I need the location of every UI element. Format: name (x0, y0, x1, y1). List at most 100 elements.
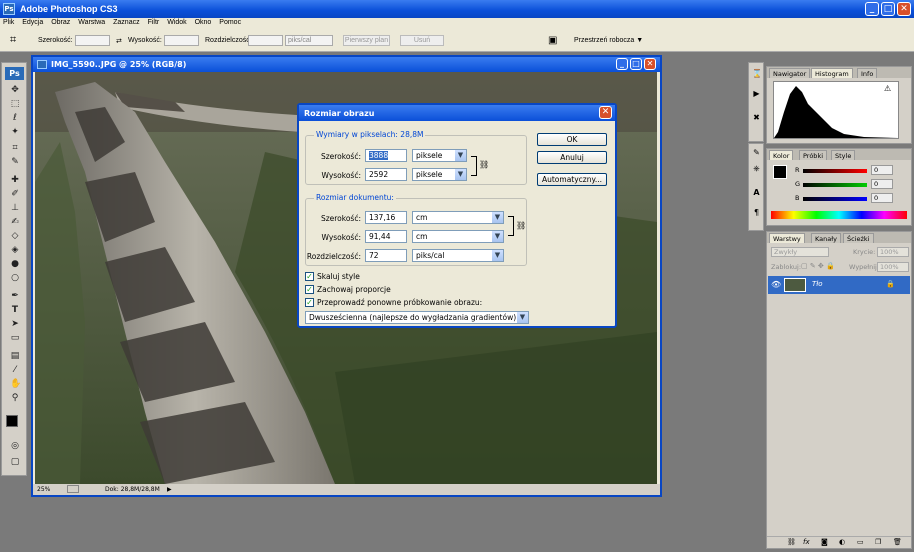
adjustment-layer-icon[interactable]: ◐ (839, 538, 845, 546)
eyedropper-icon[interactable]: ⁄ (10, 365, 20, 375)
resample-checkbox[interactable]: ✓ (305, 298, 314, 307)
delete-layer-icon[interactable]: 🗑 (893, 538, 902, 546)
paragraph-icon[interactable]: ¶ (752, 208, 761, 217)
resolution-unit-select[interactable]: piks/cal ▼ (412, 249, 504, 262)
path-select-icon[interactable]: ➤ (10, 319, 20, 329)
shape-tool-icon[interactable]: ▭ (10, 333, 20, 343)
front-image-button[interactable]: Pierwszy plan (343, 35, 390, 46)
constrain-proportions-checkbox[interactable]: ✓ (305, 285, 314, 294)
fill-input[interactable]: 100% (877, 262, 909, 272)
blue-value[interactable]: 0 (871, 193, 893, 203)
blur-tool-icon[interactable]: ● (10, 259, 20, 269)
menu-widok[interactable]: Widok (164, 18, 189, 27)
slice-tool-icon[interactable]: ✎ (10, 157, 20, 167)
tab-navigator[interactable]: Nawigator (769, 68, 811, 78)
width-input[interactable] (75, 35, 110, 46)
tab-paths[interactable]: Ścieżki (843, 233, 874, 243)
history-icon[interactable]: ⌛ (752, 69, 762, 78)
menu-pomoc[interactable]: Pomoc (216, 18, 244, 27)
notes-tool-icon[interactable]: ▤ (10, 351, 20, 361)
warning-icon[interactable]: ⚠ (884, 84, 891, 93)
tab-layers[interactable]: Warstwy (769, 233, 805, 243)
palette-well-icon[interactable]: ▣ (548, 35, 557, 46)
tab-styles[interactable]: Style (831, 150, 856, 160)
workspace-button[interactable]: Przestrzeń robocza ▼ (574, 37, 643, 44)
tab-info[interactable]: Info (857, 68, 878, 78)
link-layers-icon[interactable]: ⛓ (787, 538, 796, 546)
tools-icon[interactable]: ✖ (752, 113, 761, 122)
brushes-icon[interactable]: ✎ (752, 148, 761, 157)
lock-icons[interactable]: ▢ ✎ ✥ 🔒 (801, 262, 835, 270)
lasso-tool-icon[interactable]: ℓ (10, 113, 20, 123)
crop-icon[interactable]: ⌗ (10, 143, 20, 153)
hand-tool-icon[interactable]: ✋ (10, 379, 21, 389)
blue-slider[interactable] (803, 197, 867, 201)
minimize-button[interactable]: _ (865, 2, 879, 16)
opacity-input[interactable]: 100% (877, 247, 909, 257)
doc-width-unit-select[interactable]: cm ▼ (412, 211, 504, 224)
swap-icon[interactable]: ⇄ (116, 37, 122, 45)
character-icon[interactable]: A (752, 188, 761, 197)
doc-width-input[interactable]: 137,16 (365, 211, 407, 224)
screen-mode-icon[interactable]: ▢ (10, 457, 20, 467)
scale-styles-checkbox[interactable]: ✓ (305, 272, 314, 281)
tab-color[interactable]: Kolor (769, 150, 794, 160)
menu-obraz[interactable]: Obraz (48, 18, 73, 27)
layer-mask-icon[interactable]: ◙ (821, 538, 828, 546)
dialog-close-button[interactable]: ✕ (599, 106, 612, 119)
auto-button[interactable]: Automatyczny... (537, 173, 607, 186)
doc-close-button[interactable]: ✕ (644, 58, 656, 70)
layer-style-icon[interactable]: fx (803, 538, 810, 546)
new-layer-icon[interactable]: ❐ (875, 538, 881, 546)
new-group-icon[interactable]: ▭ (857, 538, 864, 546)
menu-zaznacz[interactable]: Zaznacz (110, 18, 142, 27)
px-width-unit-select[interactable]: piksele ▼ (412, 149, 467, 162)
doc-height-input[interactable]: 91,44 (365, 230, 407, 243)
bucket-tool-icon[interactable]: ◈ (10, 245, 20, 255)
pen-tool-icon[interactable]: ✒ (10, 291, 20, 301)
green-slider[interactable] (803, 183, 867, 187)
green-value[interactable]: 0 (871, 179, 893, 189)
resolution-unit-select[interactable]: piks/cal (285, 35, 333, 46)
tab-channels[interactable]: Kanały (811, 233, 841, 243)
clear-button[interactable]: Usuń (400, 35, 444, 46)
clone-source-icon[interactable]: ⎈ (752, 164, 761, 173)
menu-okno[interactable]: Okno (192, 18, 215, 27)
resample-method-select[interactable]: Dwusześcienna (najlepsze do wygładzania … (305, 311, 529, 324)
cancel-button[interactable]: Anuluj (537, 151, 607, 164)
menu-plik[interactable]: Plik (0, 18, 17, 27)
zoom-level[interactable]: 25% (37, 486, 50, 493)
tab-histogram[interactable]: Histogram (811, 68, 853, 78)
close-button[interactable]: ✕ (897, 2, 911, 16)
eye-icon[interactable]: 👁 (771, 280, 781, 289)
resolution-input[interactable] (248, 35, 283, 46)
zoom-tool-icon[interactable]: ⚲ (10, 393, 20, 403)
foreground-color-swatch[interactable] (6, 415, 18, 427)
maximize-button[interactable]: □ (881, 2, 895, 16)
menu-warstwa[interactable]: Warstwa (75, 18, 108, 27)
red-slider[interactable] (803, 169, 867, 173)
px-width-input[interactable]: 3888 (369, 151, 389, 160)
doc-height-unit-select[interactable]: cm ▼ (412, 230, 504, 243)
doc-maximize-button[interactable]: □ (630, 58, 642, 70)
menu-filtr[interactable]: Filtr (145, 18, 163, 27)
height-input[interactable] (164, 35, 199, 46)
healing-brush-icon[interactable]: ✚ (10, 175, 20, 185)
dodge-tool-icon[interactable]: ○ (10, 273, 20, 283)
marquee-tool-icon[interactable]: ⬚ (10, 99, 20, 109)
red-value[interactable]: 0 (871, 165, 893, 175)
crop-tool-icon[interactable]: ⌗ (10, 34, 16, 47)
move-tool-icon[interactable]: ✥ (10, 85, 20, 95)
ok-button[interactable]: OK (537, 133, 607, 146)
status-arrow-icon[interactable]: ▶ (167, 486, 172, 493)
eraser-tool-icon[interactable]: ◇ (10, 231, 20, 241)
history-brush-icon[interactable]: ✍ (10, 217, 20, 227)
quick-mask-icon[interactable]: ◎ (10, 441, 20, 451)
tab-swatches[interactable]: Próbki (799, 150, 828, 160)
doc-minimize-button[interactable]: _ (616, 58, 628, 70)
actions-icon[interactable]: ▶ (752, 89, 761, 98)
stamp-tool-icon[interactable]: ⊥ (10, 203, 20, 213)
px-height-input[interactable]: 2592 (365, 168, 407, 181)
menu-edycja[interactable]: Edycja (19, 18, 46, 27)
resolution-input[interactable]: 72 (365, 249, 407, 262)
